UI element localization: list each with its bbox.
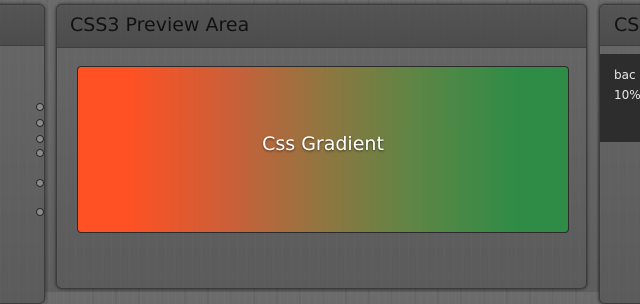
left-panel-header	[0, 5, 44, 46]
option-radio[interactable]	[36, 179, 44, 187]
preview-panel-header: CSS3 Preview Area	[57, 5, 586, 48]
preview-panel: CSS3 Preview Area Css Gradient	[56, 4, 587, 289]
code-panel: CS bac 10%	[599, 4, 640, 304]
code-panel-header: CS	[600, 5, 640, 46]
option-radio[interactable]	[36, 149, 44, 157]
code-line: 10%	[614, 88, 640, 102]
preview-label: Css Gradient	[262, 133, 384, 155]
code-line: bac	[614, 68, 636, 82]
option-radio[interactable]	[36, 135, 44, 143]
gradient-preview-box: Css Gradient	[77, 66, 569, 233]
left-options-panel	[0, 4, 45, 304]
option-radio[interactable]	[36, 208, 44, 216]
option-radio[interactable]	[36, 119, 44, 127]
code-output[interactable]: bac 10%	[600, 54, 640, 142]
option-radio[interactable]	[36, 103, 44, 111]
panel-title: CSS3 Preview Area	[70, 14, 250, 36]
code-panel-title: CS	[614, 14, 640, 36]
